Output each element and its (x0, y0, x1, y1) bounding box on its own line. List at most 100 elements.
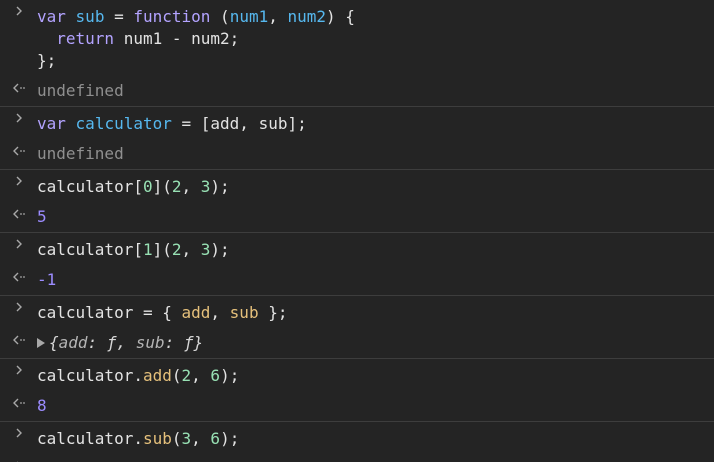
code-line: calculator.add(2, 6); (37, 365, 714, 387)
result-value: undefined (37, 81, 124, 100)
code-token: 2 (171, 177, 182, 196)
code-token: ( (210, 7, 230, 26)
result-value: 5 (37, 207, 47, 226)
chevron-right-icon (12, 107, 26, 129)
code-token: , (181, 240, 201, 259)
code-token: ); (220, 429, 240, 448)
code-token: , (191, 366, 211, 385)
code-token: 6 (210, 366, 221, 385)
object-preview-token: , (116, 333, 136, 352)
console-input-entry[interactable]: calculator = { add, sub }; (0, 296, 714, 329)
return-arrow-icon (12, 77, 26, 99)
code-token: , (210, 303, 230, 322)
devtools-console: var sub = function (num1, num2) { return… (0, 0, 714, 462)
code-token: 3 (200, 240, 211, 259)
console-result-entry: 5 (0, 203, 714, 233)
code-line: calculator[1](2, 3); (37, 239, 714, 261)
code-token: ]( (152, 177, 172, 196)
code-token: ); (220, 366, 240, 385)
code-token: calculator[ (37, 240, 143, 259)
console-result-entry: -1 (0, 266, 714, 296)
object-preview-text: {add: ƒ, sub: ƒ} (49, 333, 203, 352)
return-arrow-icon (12, 266, 26, 288)
code-token: = [add, sub]; (171, 114, 307, 133)
expand-triangle-icon[interactable] (37, 338, 45, 348)
console-input-entry[interactable]: calculator[0](2, 3); (0, 170, 714, 203)
object-preview-token: } (193, 333, 204, 352)
console-input-entry[interactable]: var calculator = [add, sub]; (0, 107, 714, 140)
console-result-entry: {add: ƒ, sub: ƒ} (0, 329, 714, 359)
code-token: 0 (142, 177, 153, 196)
result-value: undefined (37, 144, 124, 163)
console-input-entry[interactable]: calculator[1](2, 3); (0, 233, 714, 266)
code-token: ) { (326, 7, 355, 26)
code-token: 2 (181, 366, 192, 385)
code-token: 3 (181, 429, 192, 448)
chevron-right-icon (12, 0, 26, 22)
code-token: 2 (171, 240, 182, 259)
result-value: 8 (37, 396, 47, 415)
object-preview[interactable]: {add: ƒ, sub: ƒ} (37, 332, 714, 354)
chevron-right-icon (12, 422, 26, 444)
return-arrow-icon (12, 203, 26, 225)
object-preview-token: add (58, 333, 88, 352)
code-line: calculator.sub(3, 6); (37, 428, 714, 450)
console-input-entry[interactable]: calculator.add(2, 6); (0, 359, 714, 392)
code-token: add (142, 366, 172, 385)
console-result-entry: 8 (0, 392, 714, 422)
result-value: -1 (37, 270, 57, 289)
code-token: ]( (152, 240, 172, 259)
code-token: var (37, 7, 66, 26)
code-line: calculator[0](2, 3); (37, 176, 714, 198)
code-token: add (181, 303, 211, 322)
chevron-right-icon (12, 296, 26, 318)
code-token: num1 (229, 7, 269, 26)
object-preview-token: : (87, 333, 107, 352)
return-arrow-icon (12, 392, 26, 414)
code-token: 6 (210, 429, 221, 448)
code-line: calculator = { add, sub }; (37, 302, 714, 324)
code-token: }; (258, 303, 288, 322)
object-preview-token: : (164, 333, 184, 352)
return-arrow-icon (12, 455, 26, 462)
code-token: calculator (75, 114, 172, 133)
code-token: sub (75, 7, 105, 26)
code-token: }; (37, 51, 57, 70)
code-token: - (171, 29, 182, 48)
code-token: calculator[ (37, 177, 143, 196)
console-input-entry[interactable]: calculator.sub(3, 6); (0, 422, 714, 455)
code-token: sub (142, 429, 172, 448)
code-token: calculator. (37, 366, 143, 385)
code-token: ( (171, 366, 182, 385)
return-arrow-icon (12, 329, 26, 351)
code-token: var (37, 114, 66, 133)
object-preview-token: ƒ (106, 333, 117, 352)
object-preview-token: sub (135, 333, 165, 352)
code-token: , (181, 177, 201, 196)
console-input-entry[interactable]: var sub = function (num1, num2) { return… (0, 0, 714, 77)
code-token: , (268, 7, 288, 26)
code-token: ( (171, 429, 182, 448)
code-token: ); (210, 240, 230, 259)
object-preview-token: { (49, 333, 59, 352)
code-token: sub (229, 303, 259, 322)
chevron-right-icon (12, 170, 26, 192)
return-arrow-icon (12, 140, 26, 162)
code-line: }; (37, 50, 714, 72)
code-line: return num1 - num2; (37, 28, 714, 50)
code-token: return (56, 29, 115, 48)
code-token: function (133, 7, 211, 26)
code-line: var calculator = [add, sub]; (37, 113, 714, 135)
code-token: calculator. (37, 429, 143, 448)
code-token: ); (210, 177, 230, 196)
result-value: -3 (37, 458, 714, 462)
code-token: , (191, 429, 211, 448)
code-token: num2; (181, 29, 240, 48)
console-result-entry: -3 (0, 455, 714, 462)
console-result-entry: undefined (0, 140, 714, 170)
code-token: = (104, 7, 134, 26)
code-token: num1 (114, 29, 172, 48)
